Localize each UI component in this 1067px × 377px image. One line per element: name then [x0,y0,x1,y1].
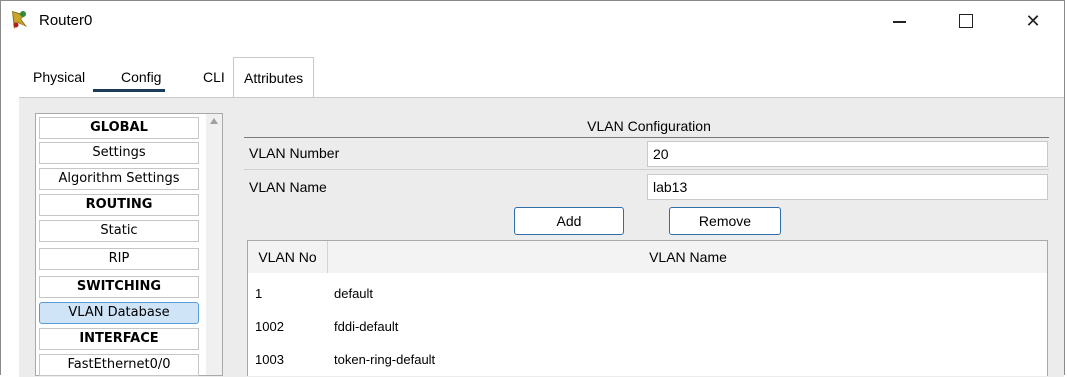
remove-button[interactable]: Remove [669,207,781,235]
window-title: Router0 [39,12,93,29]
sidebar-scrollbar[interactable] [206,114,222,375]
close-button[interactable]: ✕ [1010,1,1056,41]
sidebar-item-rip[interactable]: RIP [39,248,199,270]
title-bar[interactable]: Router0 ✕ [1,1,1064,41]
minimize-icon [892,21,906,23]
vlan-number-input[interactable]: 20 [647,141,1048,167]
table-cell-vlan-no[interactable]: 1003 [255,352,284,367]
sidebar-item-static[interactable]: Static [39,220,199,242]
maximize-button[interactable] [943,1,989,41]
tab-cli[interactable]: CLI [203,57,225,97]
table-cell-vlan-no[interactable]: 1002 [255,319,284,334]
vlan-name-label: VLAN Name [249,179,327,195]
sidebar-header-global: GLOBAL [39,117,199,139]
tab-attributes[interactable]: Attributes [233,57,315,97]
sidebar-item-fastethernet0-0[interactable]: FastEthernet0/0 [39,354,199,376]
config-sidebar: GLOBAL Settings Algorithm Settings ROUTI… [35,113,223,376]
active-tab-indicator [93,89,165,92]
sidebar-item-settings[interactable]: Settings [39,142,199,164]
vlan-number-label: VLAN Number [249,145,340,161]
column-header-vlan-no[interactable]: VLAN No [248,241,328,273]
sidebar-header-switching: SWITCHING [39,276,199,298]
close-icon: ✕ [1025,10,1041,31]
add-button[interactable]: Add [514,207,624,235]
maximize-icon [959,14,973,28]
section-title: VLAN Configuration [587,118,711,134]
minimize-button[interactable] [876,1,922,41]
vlan-config-panel: VLAN Configuration VLAN Number 20 VLAN N… [234,113,1064,376]
sidebar-item-algorithm-settings[interactable]: Algorithm Settings [39,168,199,190]
table-cell-vlan-no[interactable]: 1 [255,286,262,301]
sidebar-item-vlan-database[interactable]: VLAN Database [39,302,199,324]
router-icon [12,11,27,29]
table-header: VLAN No VLAN Name [248,241,1047,273]
table-cell-vlan-name[interactable]: fddi-default [334,319,398,334]
router-window: Router0 ✕ Physical Config CLI Attributes… [0,0,1065,377]
tab-physical[interactable]: Physical [33,57,85,97]
row-divider [244,169,1049,170]
section-divider [244,137,1049,138]
vlan-name-input[interactable]: lab13 [647,174,1048,200]
column-header-vlan-name[interactable]: VLAN Name [328,241,1048,273]
table-cell-vlan-name[interactable]: default [334,286,373,301]
sidebar-header-interface: INTERFACE [39,328,199,350]
scroll-up-icon[interactable] [210,118,218,124]
sidebar-header-routing: ROUTING [39,194,199,216]
table-cell-vlan-name[interactable]: token-ring-default [334,352,435,367]
vlan-table: VLAN No VLAN Name 1 default 1002 fddi-de… [247,240,1048,376]
